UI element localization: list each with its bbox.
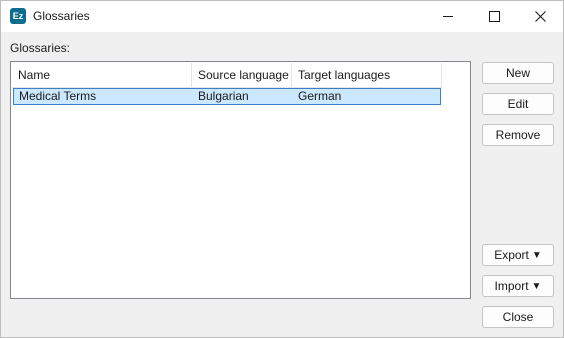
import-button-label: Import	[494, 279, 529, 293]
close-window-button[interactable]	[517, 1, 563, 32]
list-item[interactable]: Medical Terms Bulgarian German	[13, 88, 441, 105]
column-header-name[interactable]: Name	[12, 63, 192, 87]
column-header-target-languages[interactable]: Target languages	[292, 63, 442, 87]
minimize-button[interactable]	[425, 1, 471, 32]
dropdown-arrow-icon: ▼	[531, 280, 542, 292]
dropdown-arrow-icon: ▼	[531, 249, 542, 261]
app-icon: Ez	[10, 8, 26, 24]
maximize-button[interactable]	[471, 1, 517, 32]
export-button-label: Export	[494, 248, 529, 262]
column-header-source-language[interactable]: Source language	[192, 63, 292, 87]
list-header: Name Source language Target languages	[12, 63, 442, 88]
cell-name: Medical Terms	[19, 89, 97, 103]
maximize-icon	[488, 11, 500, 22]
edit-button-label: Edit	[507, 97, 529, 111]
cell-target-languages: German	[298, 89, 342, 103]
cell-source-language: Bulgarian	[198, 89, 249, 103]
app-icon-text: Ez	[12, 11, 24, 21]
export-button[interactable]: Export ▼	[482, 244, 554, 266]
import-button[interactable]: Import ▼	[482, 275, 554, 297]
new-button-label: New	[505, 66, 530, 80]
close-icon	[534, 11, 546, 22]
glossaries-label: Glossaries:	[10, 41, 71, 55]
remove-button-label: Remove	[495, 128, 541, 142]
glossaries-list[interactable]: Name Source language Target languages Me…	[10, 61, 471, 299]
glossaries-dialog: Ez Glossaries Glossaries: Name Source la…	[0, 0, 564, 338]
edit-button[interactable]: Edit	[482, 93, 554, 115]
window-title: Glossaries	[33, 9, 90, 23]
close-button-label: Close	[502, 310, 534, 324]
title-bar[interactable]: Ez Glossaries	[1, 1, 563, 32]
minimize-icon	[443, 16, 453, 17]
remove-button[interactable]: Remove	[482, 124, 554, 146]
new-button[interactable]: New	[482, 62, 554, 84]
close-button[interactable]: Close	[482, 306, 554, 328]
